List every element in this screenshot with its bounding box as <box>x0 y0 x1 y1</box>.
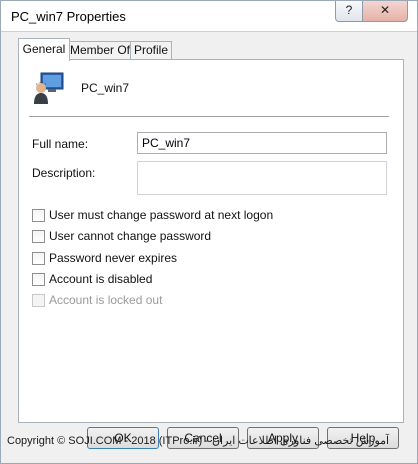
option-label: Account is disabled <box>49 272 153 286</box>
question-icon: ? <box>345 3 353 17</box>
ok-button[interactable]: OK <box>87 427 159 449</box>
object-name: PC_win7 <box>81 81 130 95</box>
close-button[interactable]: ✕ <box>362 1 408 22</box>
option-label: Account is locked out <box>49 293 163 307</box>
description-label: Description: <box>32 166 96 180</box>
window-title: PC_win7 Properties <box>11 9 126 24</box>
option-label: User must change password at next logon <box>49 208 274 222</box>
properties-dialog: PC_win7 Properties ? ✕ General Member Of… <box>0 0 418 464</box>
option-label: Password never expires <box>49 251 178 265</box>
checkbox[interactable] <box>32 273 45 286</box>
option-label: User cannot change password <box>49 229 212 243</box>
description-field[interactable] <box>137 161 387 195</box>
title-bar[interactable]: PC_win7 Properties ? ✕ <box>1 1 417 32</box>
help-button[interactable]: Help <box>327 427 399 449</box>
checkbox <box>32 294 45 307</box>
user-icon <box>34 72 64 104</box>
tab-general[interactable]: General <box>18 38 70 61</box>
close-icon: ✕ <box>379 3 391 17</box>
checkbox[interactable] <box>32 209 45 222</box>
cancel-button[interactable]: Cancel <box>167 427 239 449</box>
apply-button[interactable]: Apply <box>247 427 319 449</box>
checkbox[interactable] <box>32 252 45 265</box>
separator <box>29 116 389 118</box>
tab-profile[interactable]: Profile <box>130 41 172 60</box>
tab-member-of[interactable]: Member Of <box>69 41 131 60</box>
general-tab-panel: PC_win7 Full name: Description: User mus… <box>18 59 404 423</box>
full-name-label: Full name: <box>32 137 89 151</box>
checkbox[interactable] <box>32 230 45 243</box>
help-title-button[interactable]: ? <box>335 1 363 22</box>
full-name-field[interactable] <box>137 132 387 154</box>
